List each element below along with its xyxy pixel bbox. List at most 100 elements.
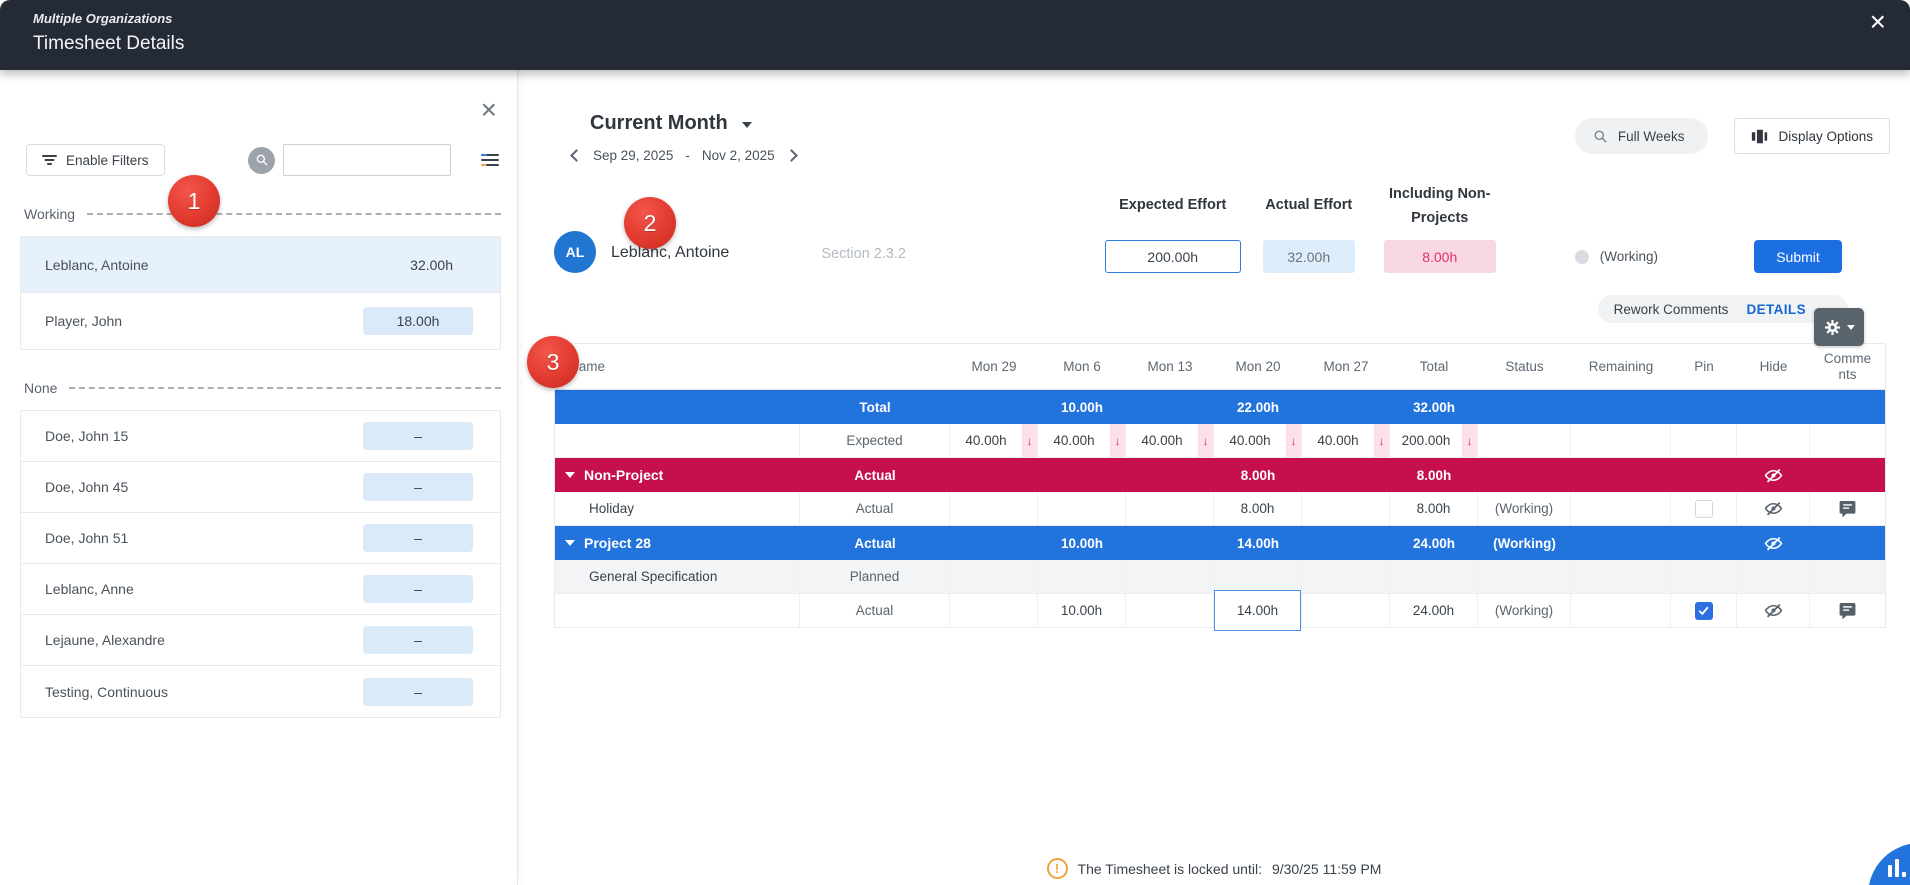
period-dropdown[interactable]: Current Month: [590, 112, 796, 135]
chevron-down-icon: [742, 122, 752, 128]
display-options-button[interactable]: Display Options: [1734, 118, 1890, 154]
cell-name: [555, 390, 800, 424]
cell-mon27: [1302, 458, 1390, 492]
hide-eye-icon[interactable]: [1764, 466, 1783, 485]
dashed-divider: [69, 387, 501, 389]
user-name: Leblanc, Antoine: [611, 244, 729, 262]
cell-total: 24.00h: [1390, 594, 1478, 627]
timesheet-row: General SpecificationPlanned: [555, 560, 1885, 594]
cell-remaining: [1571, 492, 1671, 525]
sidebar-resource-item[interactable]: Lejaune, Alexandre–: [21, 615, 500, 666]
deficit-arrow-icon: ↓: [1374, 424, 1389, 457]
cell-pin: [1671, 594, 1737, 627]
user-status-label: (Working): [1600, 249, 1658, 264]
prev-period-icon[interactable]: [570, 149, 583, 162]
period-block: Current Month Sep 29, 2025 - Nov 2, 2025: [590, 112, 796, 163]
sidebar-close-icon[interactable]: ×: [481, 96, 497, 124]
user-section: Section 2.3.2: [821, 246, 906, 262]
cell-mon13: [1126, 492, 1214, 525]
hide-eye-icon[interactable]: [1764, 601, 1783, 620]
avatar: AL: [554, 231, 596, 273]
links-row: Rework Comments DETAILS: [554, 295, 1890, 323]
cell-label: Total: [800, 390, 950, 424]
sidebar-resource-item[interactable]: Leblanc, Antoine32.00h: [21, 237, 500, 293]
cell-mon13: [1126, 594, 1214, 627]
bar-chart-icon: [1888, 857, 1906, 877]
cell-comments: [1810, 492, 1885, 525]
annotation-marker-3: 3: [527, 336, 579, 388]
full-weeks-filter[interactable]: Full Weeks: [1575, 118, 1709, 154]
selected-effort-cell[interactable]: 14.00h: [1214, 590, 1301, 631]
timesheet-grid: NameMon 29Mon 6Mon 13Mon 20Mon 27TotalSt…: [554, 343, 1886, 628]
comment-icon[interactable]: [1838, 499, 1857, 518]
pin-checkbox[interactable]: [1695, 602, 1713, 620]
cell-label: Actual: [800, 594, 950, 627]
links-pill: Rework Comments DETAILS: [1598, 295, 1848, 323]
sidebar-resource-item[interactable]: Doe, John 15–: [21, 411, 500, 462]
timesheet-row[interactable]: Project 28Actual10.00h14.00h24.00h(Worki…: [555, 526, 1885, 560]
sidebar-resource-item[interactable]: Leblanc, Anne–: [21, 564, 500, 615]
search-icon: [1593, 129, 1608, 144]
details-link[interactable]: DETAILS: [1746, 302, 1806, 317]
cell-hide: [1737, 390, 1810, 424]
sidebar-search-input[interactable]: [283, 144, 451, 176]
cell-total: 24.00h: [1390, 526, 1478, 560]
cell-pin: [1671, 526, 1737, 560]
sidebar-resource-item[interactable]: Player, John18.00h: [21, 293, 500, 349]
cell-comments: [1810, 560, 1885, 593]
expected-effort-input[interactable]: 200.00h: [1105, 240, 1241, 273]
user-summary-row: AL Leblanc, Antoine Section 2.3.2 Expect…: [554, 179, 1890, 273]
cell-mon20: 40.00h↓: [1214, 424, 1302, 457]
cell-remaining: [1571, 594, 1671, 627]
modal-close-icon[interactable]: ×: [1870, 8, 1886, 36]
cell-hide: [1737, 526, 1810, 560]
actual-effort-label: Actual Effort: [1265, 197, 1352, 213]
cell-status: (Working): [1478, 594, 1571, 627]
resource-sidebar: × Enable Filters WorkingLeblanc, Antoine…: [0, 70, 518, 885]
warning-icon: !: [1047, 858, 1068, 879]
collapse-icon[interactable]: [565, 472, 575, 478]
non-project-effort-column: Including Non-Projects 8.00h: [1377, 183, 1503, 273]
grid-settings-button[interactable]: [1814, 308, 1864, 346]
sidebar-resource-item[interactable]: Doe, John 51–: [21, 513, 500, 564]
filter-list-icon[interactable]: [481, 153, 499, 167]
cell-mon20: [1214, 560, 1302, 593]
timesheet-row: HolidayActual8.00h8.00h(Working): [555, 492, 1885, 526]
next-period-icon[interactable]: [785, 149, 798, 162]
column-header-total: Total: [1390, 344, 1478, 389]
cell-mon13: [1126, 526, 1214, 560]
date-start: Sep 29, 2025: [593, 148, 673, 163]
cell-mon20: 14.00h: [1214, 526, 1302, 560]
cell-mon27: 40.00h↓: [1302, 424, 1390, 457]
cell-mon20: 8.00h: [1214, 458, 1302, 492]
submit-button[interactable]: Submit: [1754, 240, 1842, 273]
hide-eye-icon[interactable]: [1764, 534, 1783, 553]
sidebar-resource-item[interactable]: Doe, John 45–: [21, 462, 500, 513]
sidebar-resource-item[interactable]: Testing, Continuous–: [21, 666, 500, 717]
search-icon[interactable]: [248, 147, 275, 174]
timesheet-row[interactable]: Non-ProjectActual8.00h8.00h: [555, 458, 1885, 492]
page-title: Timesheet Details: [33, 33, 184, 55]
non-project-effort-label: Including Non-Projects: [1377, 183, 1503, 231]
enable-filters-button[interactable]: Enable Filters: [26, 144, 165, 176]
cell-label: Expected: [800, 424, 950, 457]
cell-mon6: [1038, 560, 1126, 593]
expected-effort-column: Expected Effort 200.00h: [1105, 197, 1241, 273]
pin-checkbox[interactable]: [1695, 500, 1713, 518]
cell-mon20: 8.00h: [1214, 492, 1302, 525]
deficit-arrow-icon: ↓: [1462, 424, 1477, 457]
hide-eye-icon[interactable]: [1764, 499, 1783, 518]
collapse-icon[interactable]: [565, 540, 575, 546]
column-header-mon6: Mon 6: [1038, 344, 1126, 389]
gear-icon: [1823, 318, 1842, 337]
cell-mon27: [1302, 492, 1390, 525]
rework-comments-link[interactable]: Rework Comments: [1614, 302, 1729, 317]
cell-remaining: [1571, 458, 1671, 492]
cell-mon29: [950, 526, 1038, 560]
column-header-name: Name: [555, 344, 800, 389]
comment-icon[interactable]: [1838, 601, 1857, 620]
modal-content: × Enable Filters WorkingLeblanc, Antoine…: [0, 70, 1910, 885]
column-header-mon27: Mon 27: [1302, 344, 1390, 389]
cell-remaining: [1571, 424, 1671, 457]
cell-status: (Working): [1478, 492, 1571, 525]
